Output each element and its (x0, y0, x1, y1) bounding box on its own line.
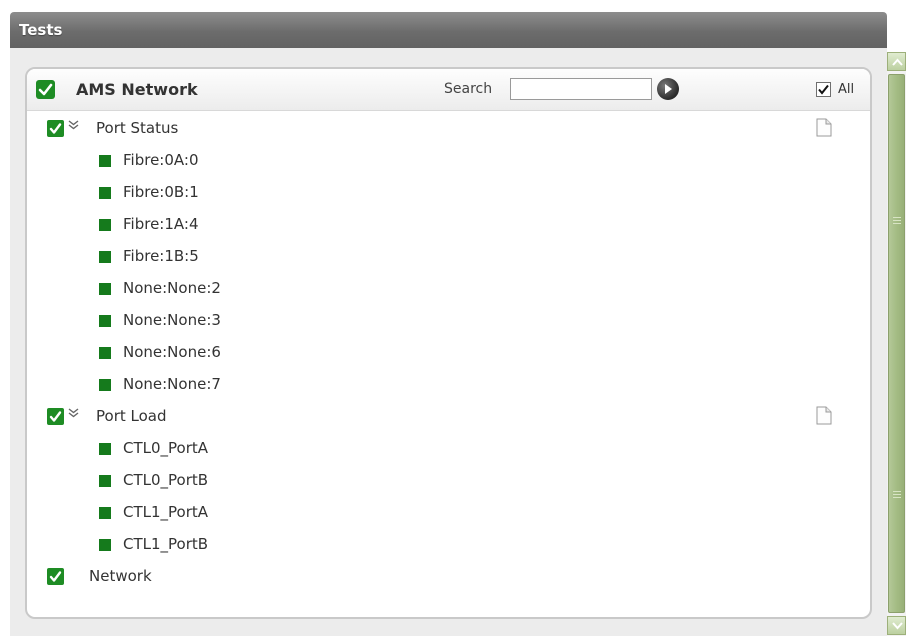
green-square-icon (99, 347, 111, 359)
item-label[interactable]: None:None:6 (123, 343, 221, 361)
item-label[interactable]: Fibre:1A:4 (123, 215, 198, 233)
tree-item[interactable]: Fibre:0A:0 (27, 146, 870, 178)
arrow-right-icon (665, 84, 672, 94)
tree-item[interactable]: None:None:3 (27, 306, 870, 338)
group-checkbox[interactable] (47, 120, 64, 137)
document-icon (816, 118, 832, 137)
item-label[interactable]: None:None:7 (123, 375, 221, 393)
checkmark-icon (49, 123, 62, 134)
thumb-grip-line (893, 491, 901, 492)
all-label: All (838, 82, 855, 97)
chevron-down-icon (892, 622, 903, 630)
item-label[interactable]: CTL1_PortB (123, 535, 208, 553)
green-square-icon (99, 251, 111, 263)
green-square-icon (99, 443, 111, 455)
vertical-scrollbar[interactable] (887, 52, 906, 636)
document-icon[interactable] (816, 406, 832, 429)
green-square-icon (99, 475, 111, 487)
green-square-icon (99, 155, 111, 167)
thumb-grip-line (893, 217, 901, 218)
thumb-grip-line (893, 220, 901, 221)
all-checkbox[interactable] (816, 82, 831, 97)
item-label[interactable]: CTL0_PortB (123, 471, 208, 489)
checkmark-icon (49, 411, 62, 422)
search-label: Search (444, 81, 493, 97)
group-checkbox[interactable] (47, 408, 64, 425)
search-input[interactable] (510, 78, 652, 100)
green-square-icon (99, 187, 111, 199)
panel-title: AMS Network (76, 80, 198, 99)
tree-group[interactable]: Port Status (27, 114, 870, 146)
tests-panel: AMS Network Search All Port Status Fibre:… (25, 67, 872, 619)
chevron-up-icon (892, 58, 903, 66)
item-label[interactable]: None:None:3 (123, 311, 221, 329)
item-label[interactable]: CTL1_PortA (123, 503, 208, 521)
green-square-icon (99, 539, 111, 551)
tree-group[interactable]: Network (27, 562, 870, 594)
green-square-icon (99, 315, 111, 327)
group-label[interactable]: Port Load (96, 407, 167, 425)
checkmark-icon (38, 83, 53, 96)
tree-item[interactable]: None:None:6 (27, 338, 870, 370)
scroll-down-button[interactable] (887, 616, 906, 635)
search-go-button[interactable] (657, 78, 679, 100)
document-icon (816, 406, 832, 425)
tree-item[interactable]: CTL0_PortB (27, 466, 870, 498)
tree-item[interactable]: Fibre:1A:4 (27, 210, 870, 242)
green-square-icon (99, 507, 111, 519)
tree-item[interactable]: CTL0_PortA (27, 434, 870, 466)
thumb-grip-line (893, 223, 901, 224)
item-label[interactable]: CTL0_PortA (123, 439, 208, 457)
thumb-grip-line (893, 497, 901, 498)
item-label[interactable]: None:None:2 (123, 279, 221, 297)
group-label[interactable]: Network (89, 567, 152, 585)
green-square-icon (99, 379, 111, 391)
panel-header: AMS Network Search All (27, 69, 870, 111)
item-label[interactable]: Fibre:0A:0 (123, 151, 198, 169)
title-bar: Tests (10, 12, 887, 48)
tree-item[interactable]: Fibre:1B:5 (27, 242, 870, 274)
tree-item[interactable]: CTL1_PortB (27, 530, 870, 562)
tree-item[interactable]: Fibre:0B:1 (27, 178, 870, 210)
scroll-thumb[interactable] (888, 74, 905, 613)
green-square-icon (99, 219, 111, 231)
thumb-grip-line (893, 494, 901, 495)
select-all-checkbox[interactable] (36, 80, 55, 99)
item-label[interactable]: Fibre:0B:1 (123, 183, 199, 201)
checkmark-icon (818, 84, 829, 95)
tree-item[interactable]: CTL1_PortA (27, 498, 870, 530)
document-icon[interactable] (816, 118, 832, 141)
double-chevron-down-icon[interactable] (68, 408, 79, 421)
test-tree: Port Status Fibre:0A:0 Fibre:0B:1 Fibre:1A:… (27, 114, 870, 594)
tree-item[interactable]: None:None:2 (27, 274, 870, 306)
group-checkbox[interactable] (47, 568, 64, 585)
group-label[interactable]: Port Status (96, 119, 178, 137)
checkmark-icon (49, 571, 62, 582)
item-label[interactable]: Fibre:1B:5 (123, 247, 199, 265)
scroll-up-button[interactable] (887, 52, 906, 71)
double-chevron-down-icon[interactable] (68, 120, 79, 133)
window-title: Tests (19, 21, 63, 39)
tree-item[interactable]: None:None:7 (27, 370, 870, 402)
green-square-icon (99, 283, 111, 295)
tree-group[interactable]: Port Load (27, 402, 870, 434)
